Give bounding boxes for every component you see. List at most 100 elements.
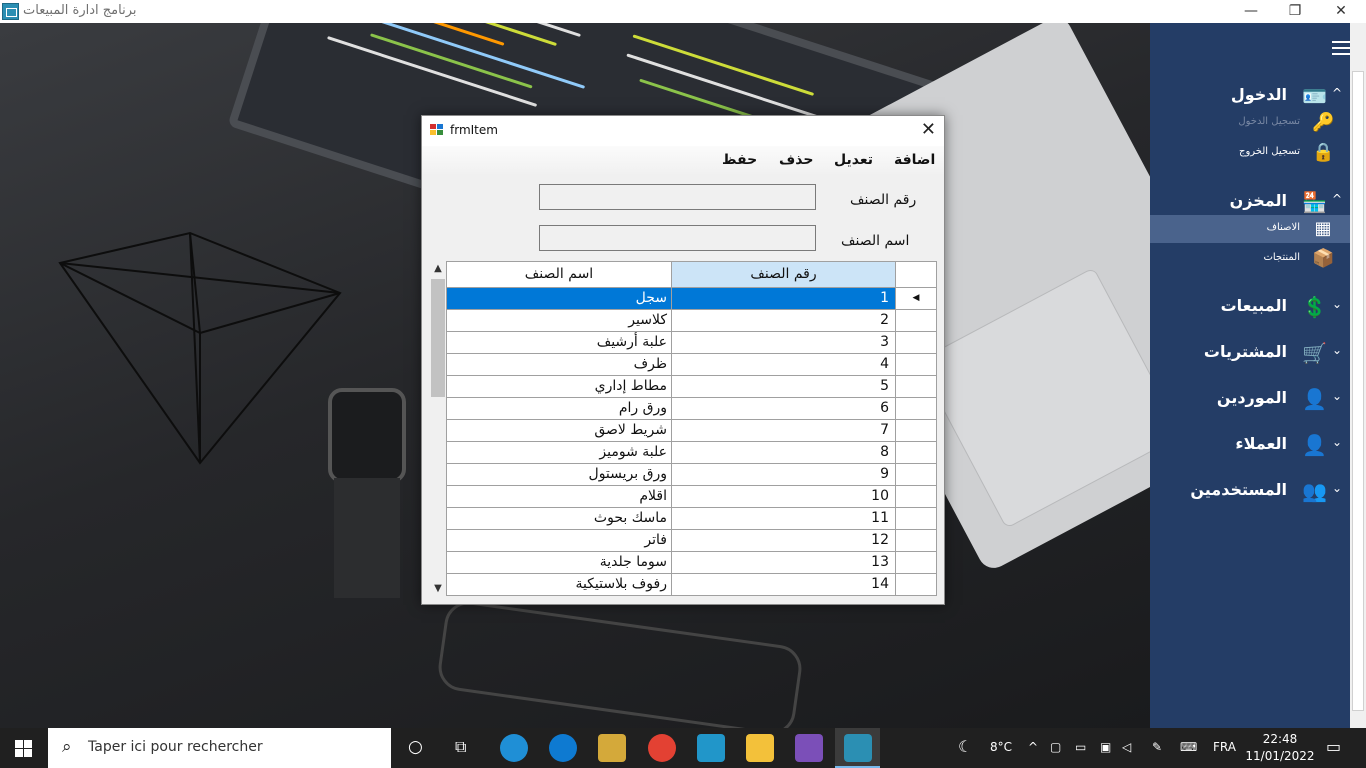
table-row[interactable]: علبة أرشيف 3 — [447, 332, 936, 354]
item-number-cell[interactable]: 13 — [672, 552, 896, 574]
maximize-button[interactable]: ❐ — [1272, 0, 1318, 23]
app-icon-blue[interactable] — [697, 734, 725, 762]
row-pointer-icon[interactable]: ◀ — [896, 288, 936, 310]
app-icon-yellow[interactable] — [598, 734, 626, 762]
window-right-scrollbar[interactable] — [1350, 23, 1366, 728]
menu-edit[interactable]: تعديل — [834, 152, 873, 168]
taskbar-search-box[interactable]: ⌕ Taper ici pour rechercher — [48, 728, 391, 768]
table-row[interactable]: سوما جلدية 13 — [447, 552, 936, 574]
taskbar-clock[interactable]: 22:48 11/01/2022 — [1240, 731, 1320, 765]
item-name-cell[interactable]: فاتر — [447, 530, 672, 552]
row-selector[interactable] — [896, 376, 936, 398]
table-row[interactable]: اقلام 10 — [447, 486, 936, 508]
tray-icon[interactable]: ▢ — [1050, 740, 1061, 754]
grid-header-name[interactable]: اسم الصنف — [447, 262, 672, 288]
chevron-down-icon[interactable]: ⌄ — [1332, 481, 1342, 495]
item-number-cell[interactable]: 4 — [672, 354, 896, 376]
chrome-icon[interactable] — [648, 734, 676, 762]
temperature-label[interactable]: 8°C — [990, 740, 1012, 754]
table-row[interactable]: سجل 1 ◀ — [447, 288, 936, 310]
row-selector[interactable] — [896, 530, 936, 552]
sidebar-section-customers[interactable]: العملاء 👤 ⌄ — [1150, 427, 1350, 463]
row-selector[interactable] — [896, 552, 936, 574]
menu-save[interactable]: حفظ — [722, 152, 757, 168]
item-number-cell[interactable]: 9 — [672, 464, 896, 486]
item-number-cell[interactable]: 8 — [672, 442, 896, 464]
item-name-cell[interactable]: كلاسير — [447, 310, 672, 332]
scrollbar-thumb[interactable] — [1352, 71, 1364, 711]
table-row[interactable]: علبة شوميز 8 — [447, 442, 936, 464]
row-selector[interactable] — [896, 442, 936, 464]
item-name-cell[interactable]: سوما جلدية — [447, 552, 672, 574]
table-row[interactable]: شريط لاصق 7 — [447, 420, 936, 442]
chevron-down-icon[interactable]: ⌄ — [1332, 343, 1342, 357]
item-name-cell[interactable]: ورق بريستول — [447, 464, 672, 486]
edge-browser-icon[interactable] — [500, 734, 528, 762]
item-name-cell[interactable]: شريط لاصق — [447, 420, 672, 442]
item-number-cell[interactable]: 6 — [672, 398, 896, 420]
item-number-cell[interactable]: 2 — [672, 310, 896, 332]
row-selector[interactable] — [896, 398, 936, 420]
menu-delete[interactable]: حذف — [779, 152, 813, 168]
item-name-cell[interactable]: اقلام — [447, 486, 672, 508]
item-name-cell[interactable]: رفوف بلاستيكية — [447, 574, 672, 595]
item-number-cell[interactable]: 3 — [672, 332, 896, 354]
notification-icon[interactable]: ▭ — [1326, 737, 1341, 756]
item-name-cell[interactable]: ورق رام — [447, 398, 672, 420]
table-row[interactable]: ماسك بحوث 11 — [447, 508, 936, 530]
grid-header-number[interactable]: رقم الصنف — [672, 262, 896, 288]
item-number-cell[interactable]: 11 — [672, 508, 896, 530]
network-icon[interactable]: ▣ — [1100, 740, 1111, 754]
scroll-down-icon[interactable]: ▼ — [430, 583, 446, 594]
item-name-cell[interactable]: مطاط إداري — [447, 376, 672, 398]
minimize-button[interactable]: — — [1228, 0, 1274, 23]
item-number-cell[interactable]: 14 — [672, 574, 896, 595]
scrollbar-thumb[interactable] — [431, 279, 445, 397]
items-grid[interactable]: اسم الصنف رقم الصنف سجل 1 ◀ كلاسير 2 علبة أرش… — [446, 261, 937, 596]
sidebar-section-users[interactable]: المستخدمين 👥 ⌄ — [1150, 473, 1350, 509]
menu-add[interactable]: اضافة — [894, 152, 935, 168]
cortana-icon[interactable]: ○ — [408, 737, 423, 757]
sidebar-section-sales[interactable]: المبيعات 💲 ⌄ — [1150, 289, 1350, 325]
pen-icon[interactable]: ✎ — [1152, 740, 1162, 754]
volume-icon[interactable]: ◁ — [1122, 740, 1131, 754]
item-name-field[interactable] — [539, 225, 816, 251]
row-selector[interactable] — [896, 354, 936, 376]
table-row[interactable]: رفوف بلاستيكية 14 — [447, 574, 936, 595]
item-number-cell[interactable]: 5 — [672, 376, 896, 398]
tray-up-arrow-icon[interactable]: ^ — [1028, 740, 1038, 754]
chevron-down-icon[interactable]: ⌄ — [1332, 389, 1342, 403]
scroll-up-icon[interactable]: ▲ — [430, 263, 446, 274]
item-name-cell[interactable]: علبة شوميز — [447, 442, 672, 464]
windows-start-icon[interactable] — [15, 740, 32, 757]
item-name-cell[interactable]: ظرف — [447, 354, 672, 376]
battery-icon[interactable]: ▭ — [1075, 740, 1086, 754]
chevron-down-icon[interactable]: ⌄ — [1332, 297, 1342, 311]
weather-moon-icon[interactable]: ☾ — [958, 737, 972, 756]
visual-studio-icon[interactable] — [795, 734, 823, 762]
sales-app-icon[interactable] — [844, 734, 872, 762]
hamburger-menu-icon[interactable] — [1332, 41, 1352, 59]
row-selector[interactable] — [896, 332, 936, 354]
sidebar-item-logout[interactable]: تسجيل الخروج 🔒 — [1150, 139, 1350, 167]
chevron-down-icon[interactable]: ⌄ — [1332, 435, 1342, 449]
item-number-cell[interactable]: 7 — [672, 420, 896, 442]
sidebar-item-login[interactable]: تسجيل الدخول 🔑 — [1150, 109, 1350, 137]
item-number-cell[interactable]: 1 — [672, 288, 896, 310]
item-name-cell[interactable]: سجل — [447, 288, 672, 310]
table-row[interactable]: ورق رام 6 — [447, 398, 936, 420]
sidebar-section-suppliers[interactable]: الموردين 👤 ⌄ — [1150, 381, 1350, 417]
keyboard-icon[interactable]: ⌨ — [1180, 740, 1197, 754]
chevron-up-icon[interactable]: ^ — [1332, 86, 1342, 100]
teamviewer-icon[interactable] — [549, 734, 577, 762]
item-name-cell[interactable]: علبة أرشيف — [447, 332, 672, 354]
item-number-cell[interactable]: 10 — [672, 486, 896, 508]
row-selector[interactable] — [896, 310, 936, 332]
row-selector[interactable] — [896, 420, 936, 442]
grid-scrollbar[interactable]: ▲ ▼ — [430, 261, 446, 596]
chevron-up-icon[interactable]: ^ — [1332, 192, 1342, 206]
table-row[interactable]: ظرف 4 — [447, 354, 936, 376]
item-name-cell[interactable]: ماسك بحوث — [447, 508, 672, 530]
row-selector[interactable] — [896, 574, 936, 595]
sidebar-section-purchases[interactable]: المشتريات 🛒 ⌄ — [1150, 335, 1350, 371]
